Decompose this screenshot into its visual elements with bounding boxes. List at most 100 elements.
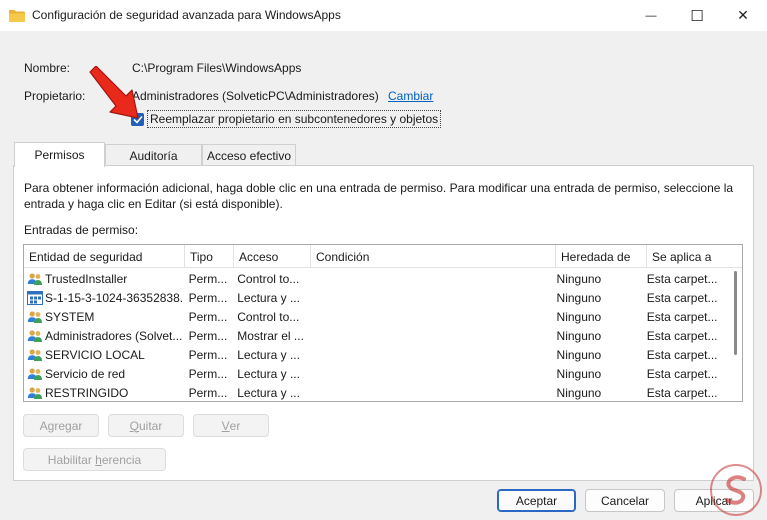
cell-type: Perm... [184,288,233,307]
cell-inherited: Ninguno [552,345,642,364]
cell-access: Control to... [232,269,308,288]
close-icon: ✕ [737,7,749,23]
remove-button[interactable]: Quitar [108,414,184,437]
cell-text: Esta carpet... [646,290,718,305]
cell-principal: SYSTEM [24,307,184,326]
cell-text: Perm... [188,366,228,381]
column-header-inherited[interactable]: Heredada de [556,245,647,268]
users-icon [27,309,43,325]
cell-condition [309,326,552,345]
add-button-text: regar [54,418,83,433]
column-header-type[interactable]: Tipo [185,245,234,268]
cell-text: Perm... [188,328,228,343]
cell-text: S-1-15-3-1024-36352838... [45,290,184,305]
table-row[interactable]: SERVICIO LOCAL Perm... Lectura y ... Ningun… [24,345,736,364]
owner-value: Administradores (SolveticPC\Administrado… [132,89,379,103]
add-button-text: A [39,418,48,433]
cell-type: Perm... [184,269,233,288]
cell-text: Perm... [188,385,228,400]
cell-condition [309,269,552,288]
tab-label: Permisos [34,148,85,162]
cell-text: Perm... [188,290,228,305]
enable-inheritance-button[interactable]: Habilitar h erencia [23,448,166,471]
view-button[interactable]: Ver [193,414,269,437]
cell-inherited: Ninguno [552,383,642,401]
title-bar: Configuración de seguridad avanzada para… [0,0,767,31]
cell-inherited: Ninguno [552,269,642,288]
cell-inherited: Ninguno [552,326,642,345]
name-value: C:\Program Files\WindowsApps [132,61,302,75]
cell-access: Lectura y ... [232,364,308,383]
cell-text: Mostrar el ... [237,328,304,343]
tab-acceso-efectivo[interactable]: Acceso efectivo [202,144,296,166]
cell-text: Ninguno [556,347,602,362]
column-header-condition[interactable]: Condición [311,245,556,268]
cell-text: Lectura y ... [237,290,300,305]
users-icon [27,347,43,363]
vertical-scrollbar[interactable] [734,271,737,355]
cell-applies: Esta carpet... [642,307,736,326]
red-arrow-icon [89,66,139,119]
table-row[interactable]: S-1-15-3-1024-36352838... Perm... Lectura … [24,288,736,307]
cell-inherited: Ninguno [552,364,642,383]
cell-principal: Administradores (Solvet... [24,326,184,345]
minimize-icon: — [645,9,657,22]
cell-type: Perm... [184,345,233,364]
cell-access: Mostrar el ... [232,326,308,345]
column-header-access[interactable]: Acceso [234,245,311,268]
cell-type: Perm... [184,383,233,401]
cell-text: Esta carpet... [646,385,718,400]
cell-text: Esta carpet... [646,309,718,324]
cell-text: Ninguno [556,385,602,400]
table-row[interactable]: Servicio de red Perm... Lectura y ... Ningu… [24,364,736,383]
cell-text: Administradores (Solvet... [45,328,183,343]
maximize-button[interactable]: ☐ [674,0,720,31]
cell-principal: SERVICIO LOCAL [24,345,184,364]
accept-button[interactable]: Aceptar [497,489,576,512]
inherit-button-key: h [95,452,102,467]
tab-label: Auditoría [129,148,178,163]
cell-condition [309,345,552,364]
cell-text: RESTRINGIDO [45,385,129,400]
cell-principal: S-1-15-3-1024-36352838... [24,288,184,307]
info-text: Para obtener información adicional, haga… [24,181,734,211]
users-icon [27,366,43,382]
column-header-principal[interactable]: Entidad de seguridad [24,245,185,268]
close-button[interactable]: ✕ [720,0,766,31]
cell-inherited: Ninguno [552,307,642,326]
cell-principal: RESTRINGIDO [24,383,184,401]
add-button[interactable]: Ag regar [23,414,99,437]
replace-owner-checkbox[interactable]: Reemplazar propietario en subcontenedore… [131,110,442,128]
column-header-applies[interactable]: Se aplica a [647,245,742,268]
cell-text: Ninguno [556,366,602,381]
table-row[interactable]: TrustedInstaller Perm... Control to... Ning… [24,269,736,288]
users-icon [27,385,43,401]
view-button-key: V [221,418,230,433]
minimize-button[interactable]: — [628,0,674,31]
cell-text: SYSTEM [45,309,95,324]
cell-type: Perm... [184,326,233,345]
cell-text: Lectura y ... [237,385,300,400]
cancel-button-label: Cancelar [600,493,650,508]
replace-owner-label[interactable]: Reemplazar propietario en subcontenedore… [147,110,442,128]
cell-text: Control to... [237,309,300,324]
change-owner-link[interactable]: Cambiar [388,89,433,103]
cell-text: Perm... [188,347,228,362]
cell-principal: Servicio de red [24,364,184,383]
list-header: Entidad de seguridad Tipo Acceso Condici… [24,245,742,268]
tab-label: Acceso efectivo [206,148,292,163]
table-row[interactable]: SYSTEM Perm... Control to... Ninguno Esta ca… [24,307,736,326]
cancel-button[interactable]: Cancelar [585,489,665,512]
app-package-icon [27,290,43,306]
table-row[interactable]: Administradores (Solvet... Perm... Mostrar… [24,326,736,345]
table-row[interactable]: RESTRINGIDO Perm... Lectura y ... Ninguno Es… [24,383,736,401]
entries-label: Entradas de permiso: [24,223,139,237]
cell-text: Servicio de red [45,366,126,381]
permission-entries-list[interactable]: Entidad de seguridad Tipo Acceso Condici… [23,244,743,402]
cell-applies: Esta carpet... [642,326,736,345]
tab-permisos[interactable]: Permisos [14,142,105,167]
tab-auditoria[interactable]: Auditoría [105,144,202,166]
cell-access: Lectura y ... [232,288,308,307]
cell-principal: TrustedInstaller [24,269,184,288]
cell-applies: Esta carpet... [642,345,736,364]
